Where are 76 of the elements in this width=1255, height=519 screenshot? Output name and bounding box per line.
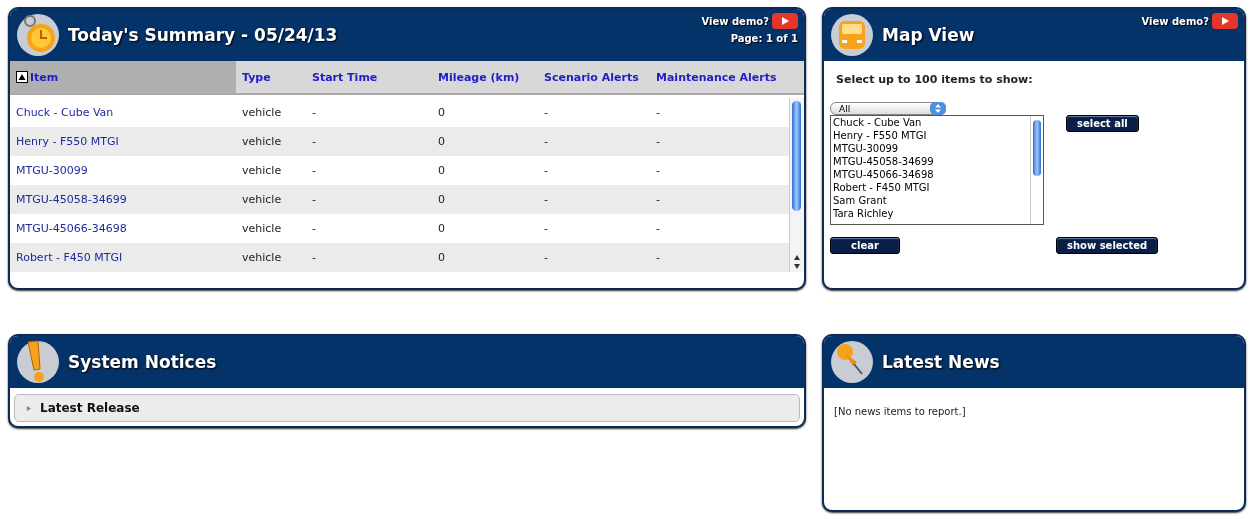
dropdown-arrows-icon[interactable] — [930, 102, 946, 115]
van-icon — [830, 13, 874, 57]
table-cell-text: 0 — [437, 251, 446, 264]
news-message: [No news items to report.] — [834, 406, 966, 417]
table-cell-text: 0 — [437, 106, 446, 119]
panel-title: Today's Summary - 05/24/13 — [68, 25, 338, 45]
instruction-text: Select up to 100 items to show: — [836, 73, 1034, 86]
play-icon[interactable] — [772, 13, 798, 29]
demo-label: View demo? — [1141, 15, 1209, 27]
table-cell-text: - — [655, 135, 661, 148]
page-indicator: Page: 1 of 1 — [730, 33, 798, 44]
column-header[interactable]: Type — [236, 61, 306, 93]
table-cell-text: - — [655, 193, 661, 206]
play-icon[interactable] — [1212, 13, 1238, 29]
table-cell-text: - — [311, 106, 317, 119]
table-cell-text: - — [655, 106, 661, 119]
table-cell-text: 0 — [437, 193, 446, 206]
table-cell-text: vehicle — [241, 222, 283, 235]
exclamation-icon — [16, 340, 60, 384]
panel-title: Map View — [882, 25, 975, 45]
alarm-clock-icon — [16, 13, 60, 57]
select-all-button[interactable]: select all — [1066, 115, 1139, 132]
list-option[interactable]: Chuck - Cube Van — [831, 116, 1030, 129]
panel-title: Latest News — [882, 352, 1000, 372]
item-listbox[interactable]: Chuck - Cube Van Henry - F550 MTGI MTGU-30099 MTGU-45058-34699 MTGU-45066-34698 Robert - F450 MTGI Sam Grant Tara Richley — [830, 115, 1044, 225]
list-option[interactable]: Tara Richley — [831, 207, 1030, 220]
filter-dropdown[interactable]: All — [830, 102, 946, 115]
list-option[interactable]: Sam Grant — [831, 194, 1030, 207]
table-cell-text: 0 — [437, 164, 446, 177]
table-cell-text: - — [311, 251, 317, 264]
table-cell-text: - — [655, 164, 661, 177]
clear-button[interactable]: clear — [830, 237, 900, 254]
list-option[interactable]: MTGU-45058-34699 — [831, 155, 1030, 168]
show-selected-button[interactable]: show selected — [1056, 237, 1159, 254]
item-link[interactable]: MTGU-45066-34698 — [10, 222, 236, 235]
scrollbar[interactable] — [1030, 116, 1043, 224]
table-cell-text: - — [543, 193, 549, 206]
list-option[interactable]: MTGU-45066-34698 — [831, 168, 1030, 181]
list-option[interactable]: Henry - F550 MTGI — [831, 129, 1030, 142]
table-cell-text: - — [311, 164, 317, 177]
column-header[interactable]: Maintenance Alerts — [650, 61, 780, 93]
table-cell-text: vehicle — [241, 164, 283, 177]
table-cell-text: vehicle — [241, 106, 283, 119]
panel-title: System Notices — [68, 352, 217, 372]
disclosure-triangle-icon[interactable] — [25, 404, 32, 412]
list-option[interactable]: MTGU-30099 — [831, 142, 1030, 155]
table-cell-text: vehicle — [241, 193, 283, 206]
table-cell-text: - — [311, 193, 317, 206]
column-header[interactable]: Start Time — [306, 61, 432, 93]
table-cell-text: 0 — [437, 222, 446, 235]
scrollbar[interactable] — [789, 98, 804, 272]
pushpin-icon — [830, 340, 874, 384]
section-toggle[interactable]: Latest Release — [14, 394, 800, 422]
table-cell-text: - — [543, 164, 549, 177]
item-link[interactable]: Chuck - Cube Van — [10, 106, 236, 119]
column-header[interactable]: Item — [10, 61, 236, 93]
item-link[interactable]: MTGU-45058-34699 — [10, 193, 236, 206]
table-cell-text: vehicle — [241, 251, 283, 264]
sort-ascending-icon[interactable] — [16, 71, 28, 83]
table-cell-text: - — [543, 222, 549, 235]
item-link[interactable]: Henry - F550 MTGI — [10, 135, 236, 148]
table-cell-text: 0 — [437, 135, 446, 148]
table-cell-text: - — [655, 222, 661, 235]
table-cell-text: - — [655, 251, 661, 264]
table-cell-text: - — [543, 251, 549, 264]
table-cell-text: - — [543, 106, 549, 119]
table-cell-text: vehicle — [241, 135, 283, 148]
table-cell-text: - — [543, 135, 549, 148]
table-cell-text: - — [311, 135, 317, 148]
demo-label: View demo? — [701, 15, 769, 27]
table-cell-text: - — [311, 222, 317, 235]
column-header[interactable]: Mileage (km) — [432, 61, 538, 93]
list-option[interactable]: Robert - F450 MTGI — [831, 181, 1030, 194]
item-link[interactable]: MTGU-30099 — [10, 164, 236, 177]
column-header[interactable]: Scenario Alerts — [538, 61, 650, 93]
item-link[interactable]: Robert - F450 MTGI — [10, 251, 236, 264]
